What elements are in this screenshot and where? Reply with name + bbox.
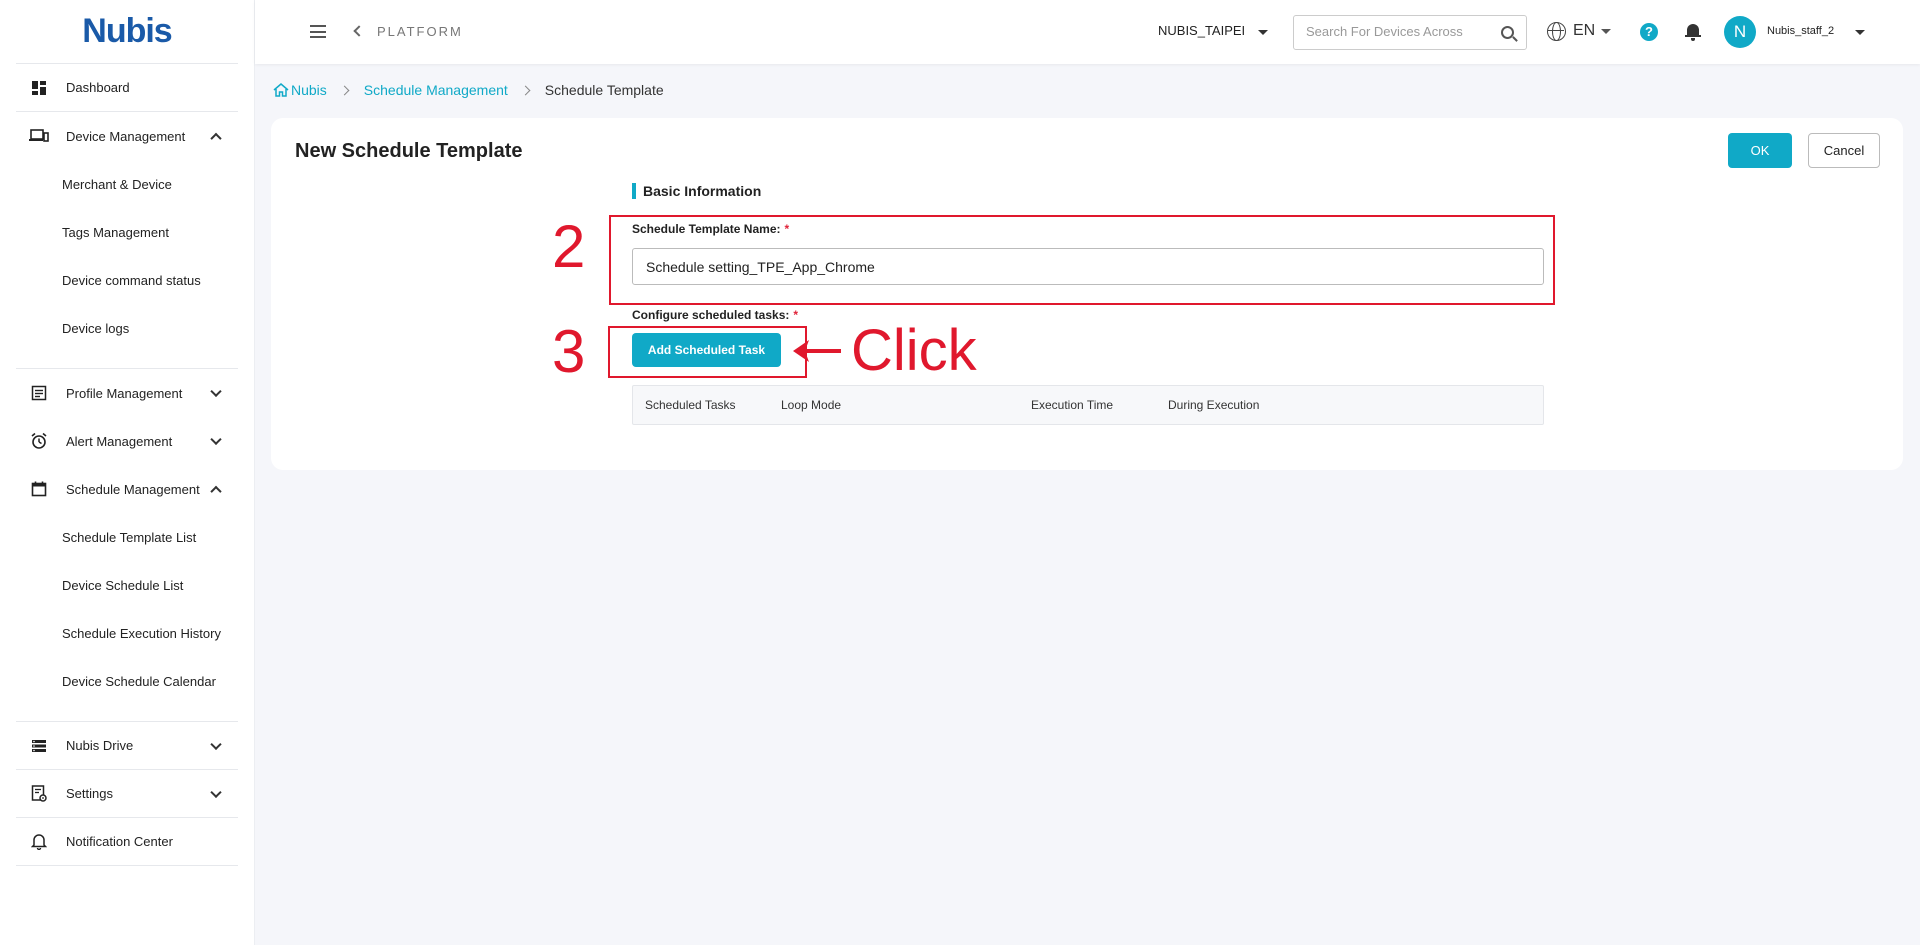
column-header-loop-mode: Loop Mode (781, 398, 842, 412)
scheduled-tasks-table-header: Scheduled Tasks Loop Mode Execution Time… (632, 385, 1544, 425)
language-selector[interactable]: EN (1573, 22, 1595, 40)
nubis-logo[interactable]: Nubis (16, 0, 238, 64)
dashboard-icon (28, 77, 50, 99)
annotation-box-step-2 (609, 215, 1555, 305)
chevron-down-icon (210, 738, 222, 750)
arrow-left-icon (793, 340, 841, 362)
sidebar-item-label: Profile Management (66, 385, 183, 401)
logo-text: Nubis (82, 12, 172, 50)
search-icon[interactable] (1501, 26, 1514, 39)
breadcrumb-link-schedule-management[interactable]: Schedule Management (364, 82, 508, 98)
chevron-right-icon (339, 85, 350, 95)
sidebar-item-device-logs[interactable]: Device logs (16, 304, 238, 352)
page-title: New Schedule Template (295, 140, 523, 162)
sidebar-item-tags-management[interactable]: Tags Management (16, 208, 238, 256)
sidebar-item-label: Nubis Drive (66, 738, 134, 753)
sidebar-nav: Dashboard Device Management Merchant & D… (16, 64, 238, 866)
sidebar: Nubis Dashboard Device Management Mercha… (0, 0, 255, 945)
sidebar-item-label: Settings (66, 786, 113, 801)
column-header-during-execution: During Execution (1168, 398, 1260, 412)
sidebar-item-schedule-management[interactable]: Schedule Management (16, 465, 238, 513)
sidebar-item-notification-center[interactable]: Notification Center (16, 818, 238, 866)
sidebar-item-profile-management[interactable]: Profile Management (16, 369, 238, 417)
home-icon[interactable] (273, 83, 289, 97)
device-search (1293, 15, 1527, 50)
device-management-submenu: Merchant & Device Tags Management Device… (16, 160, 238, 369)
chevron-down-icon (210, 433, 222, 446)
sidebar-item-device-schedule-list[interactable]: Device Schedule List (16, 561, 238, 609)
breadcrumb: Nubis Schedule Management Schedule Templ… (273, 82, 664, 98)
chevron-up-icon (210, 132, 222, 145)
search-input[interactable] (1306, 24, 1486, 39)
top-header: PLATFORM NUBIS_TAIPEI EN ? N Nubis_staff… (255, 0, 1920, 64)
section-title-basic-information: Basic Information (632, 183, 761, 199)
caret-down-icon[interactable] (1855, 30, 1865, 35)
required-mark: * (793, 308, 799, 322)
sidebar-item-settings[interactable]: Settings (16, 770, 238, 818)
avatar[interactable]: N (1724, 16, 1756, 48)
settings-icon (28, 783, 50, 805)
chevron-down-icon (210, 786, 222, 798)
calendar-icon (28, 478, 50, 500)
drive-icon (28, 735, 50, 757)
menu-icon[interactable] (310, 25, 326, 38)
cancel-button[interactable]: Cancel (1808, 133, 1880, 168)
sidebar-item-label: Notification Center (66, 834, 173, 849)
caret-down-icon[interactable] (1601, 29, 1611, 34)
chevron-left-icon[interactable] (353, 25, 365, 37)
column-header-execution-time: Execution Time (1031, 398, 1114, 412)
platform-back-link[interactable]: PLATFORM (377, 24, 463, 39)
notification-bell-icon[interactable] (1685, 22, 1701, 41)
column-header-scheduled-tasks: Scheduled Tasks (645, 398, 736, 412)
sidebar-item-alert-management[interactable]: Alert Management (16, 417, 238, 465)
schedule-management-submenu: Schedule Template List Device Schedule L… (16, 513, 238, 722)
devices-icon (28, 125, 50, 147)
sidebar-item-label: Device Management (66, 128, 186, 144)
profile-icon (28, 382, 50, 404)
annotation-box-step-3 (608, 326, 807, 378)
chevron-up-icon (210, 485, 222, 498)
organization-selector[interactable]: NUBIS_TAIPEI (1158, 23, 1245, 38)
chevron-right-icon (520, 85, 531, 95)
sidebar-item-nubis-drive[interactable]: Nubis Drive (16, 722, 238, 770)
annotation-step-2: 2 (552, 213, 586, 280)
alarm-icon (28, 430, 50, 452)
ok-button[interactable]: OK (1728, 133, 1792, 168)
sidebar-item-dashboard[interactable]: Dashboard (16, 64, 238, 112)
sidebar-item-label: Schedule Management (66, 481, 200, 497)
breadcrumb-current: Schedule Template (544, 82, 664, 98)
sidebar-item-device-command-status[interactable]: Device command status (16, 256, 238, 304)
help-icon[interactable]: ? (1640, 23, 1658, 41)
sidebar-item-schedule-template-list[interactable]: Schedule Template List (16, 513, 238, 561)
scheduled-tasks-label: Configure scheduled tasks: * (632, 308, 798, 322)
sidebar-item-label: Dashboard (66, 80, 130, 95)
annotation-click-label: Click (851, 318, 977, 383)
sidebar-item-label: Alert Management (66, 433, 173, 449)
username[interactable]: Nubis_staff_2 (1767, 25, 1834, 37)
sidebar-item-merchant-device[interactable]: Merchant & Device (16, 160, 238, 208)
sidebar-item-schedule-execution-history[interactable]: Schedule Execution History (16, 609, 238, 657)
scheduled-tasks-label-text: Configure scheduled tasks: (632, 308, 790, 322)
breadcrumb-link-nubis[interactable]: Nubis (291, 82, 327, 98)
sidebar-item-device-schedule-calendar[interactable]: Device Schedule Calendar (16, 657, 238, 705)
globe-icon[interactable] (1547, 22, 1566, 41)
annotation-step-3: 3 (552, 318, 586, 385)
sidebar-item-device-management[interactable]: Device Management (16, 112, 238, 160)
caret-down-icon[interactable] (1258, 30, 1268, 35)
bell-icon (28, 831, 50, 853)
chevron-down-icon (210, 385, 222, 398)
